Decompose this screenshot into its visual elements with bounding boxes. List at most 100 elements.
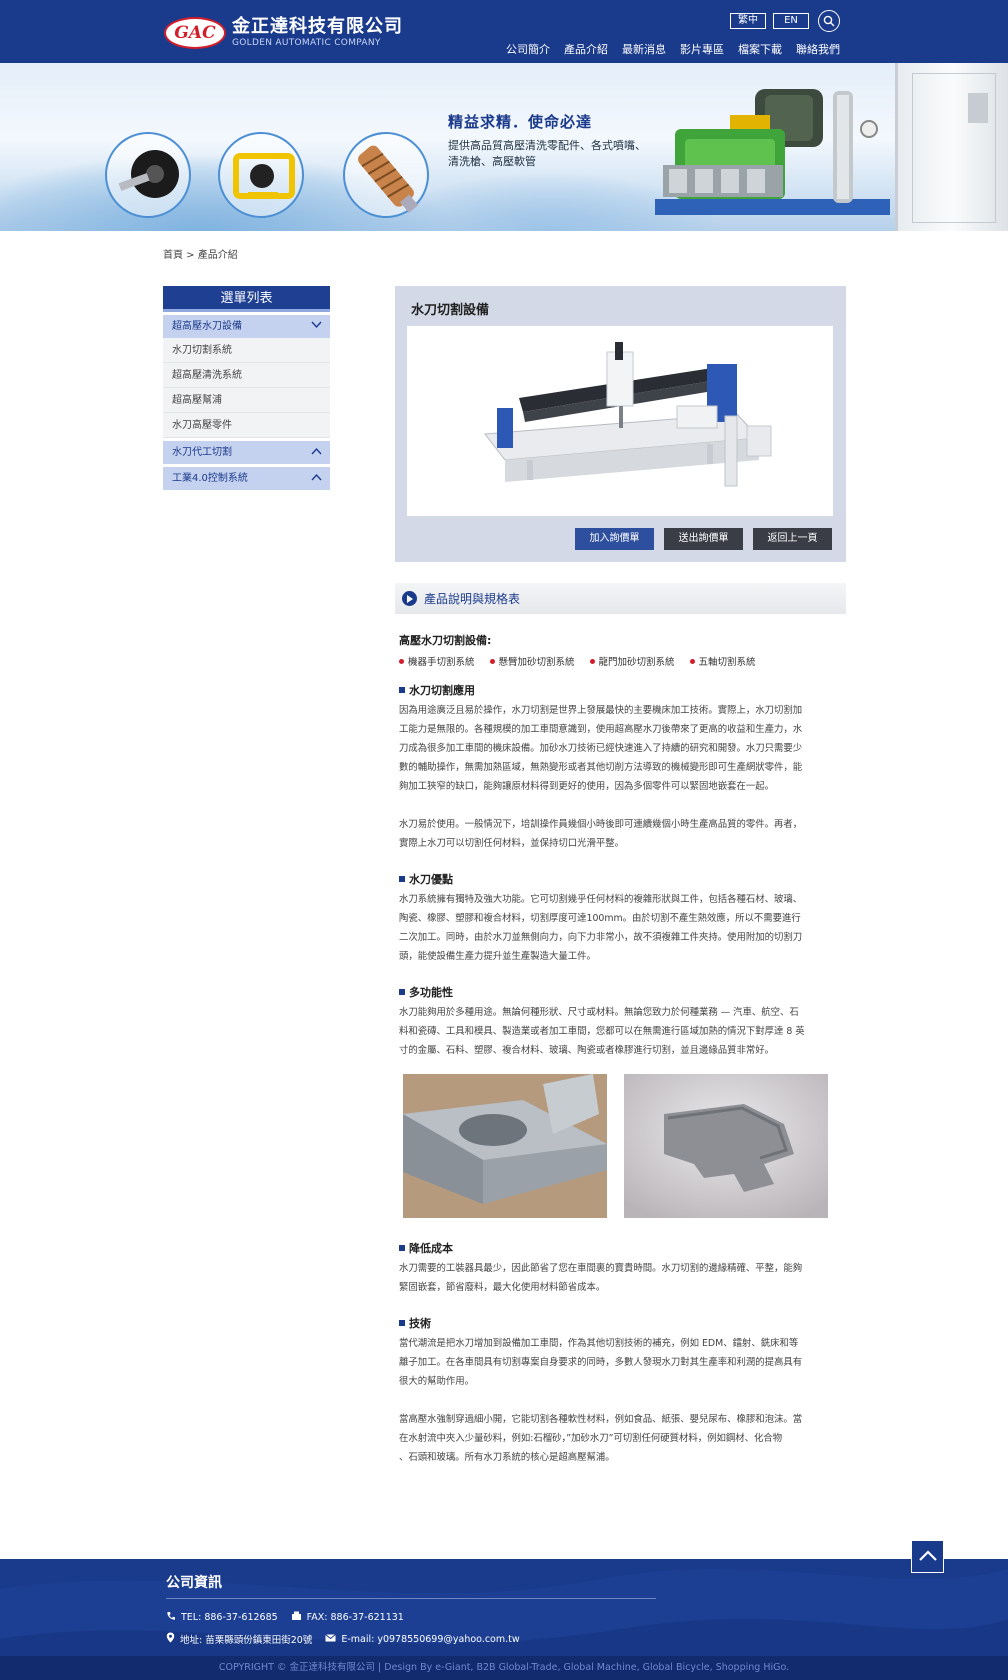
spec-section-title: 產品說明與規格表: [424, 592, 521, 606]
mail-icon: [325, 1633, 337, 1645]
sidebar-cat-label: 超高壓水刀設備: [172, 321, 242, 332]
sidebar-item-pump[interactable]: 超高壓幫浦: [163, 388, 330, 413]
text-line: 陶瓷、橡膠、塑膠和複合材料，切割厚度可達100mm。由於切割不產生熱效應，所以不…: [399, 913, 801, 924]
sample-photo-cut-part: [624, 1074, 828, 1218]
footer-title: 公司資訊: [166, 1575, 222, 1591]
text-line: 當代潮流是把水刀增加到設備加工車間，作為其他切割技術的補充，例如 EDM、鐳射、…: [399, 1338, 799, 1349]
footer-email[interactable]: E-mail: y0978550699@yahoo.com.tw: [341, 1634, 519, 1645]
section-title-application: 水刀切割應用: [399, 682, 831, 698]
spec-section-bar: 產品說明與規格表: [395, 583, 846, 614]
banner-headline: 精益求精．使命必達: [448, 113, 593, 131]
sample-photo-metal-block: [403, 1074, 607, 1218]
company-logo[interactable]: GAC 金正達科技有限公司 GOLDEN AUTOMATIC COMPANY: [164, 17, 403, 49]
back-button[interactable]: 返回上一頁: [753, 528, 832, 550]
banner-slogan: 精益求精．使命必達 提供高品質高壓清洗零配件、各式噴嘴、 清洗槍、高壓軟管: [448, 111, 646, 170]
text-line: 頭，能使設備生產力提升並生產製造大量工件。: [399, 951, 596, 962]
footer-phone-row: TEL: 886-37-612685 FAX: 886-37-621131: [166, 1611, 404, 1624]
copyright-bar[interactable]: COPYRIGHT © 金正達科技有限公司 | Design By e-Gian…: [0, 1656, 1008, 1680]
section-text-application: 因為用途廣泛且易於操作，水刀切割是世界上發展最快的主要機床加工技術。實際上，水刀…: [399, 701, 831, 853]
sidebar-item-parts[interactable]: 水刀高壓零件: [163, 413, 330, 438]
system-list-item: 機器手切割系統: [399, 654, 475, 668]
text-line: 離子加工。在各車間具有切割專案自身要求的同時，多數人發現水刀對其生產率和利潤的提…: [399, 1357, 803, 1368]
section-text-cost: 水刀需要的工裝器具最少，因此節省了您在車間裏的寶貴時間。水刀切割的邊緣精確、平整…: [399, 1259, 831, 1297]
text-line: 實際上水刀可以切割任何材料，並保持切口光滑平整。: [399, 838, 625, 849]
hero-banner: 精益求精．使命必達 提供高品質高壓清洗零配件、各式噴嘴、 清洗槍、高壓軟管: [0, 63, 1008, 231]
system-list-item: 五軸切割系統: [690, 654, 756, 668]
text-line: 數的輔助操作，無需加熱區域，無熱變形或者其他切削方法導致的機械變形即可生產網狀零…: [399, 762, 803, 773]
nav-products[interactable]: 產品介紹: [564, 41, 608, 57]
sidebar-item-cleaning-system[interactable]: 超高壓清洗系統: [163, 363, 330, 388]
product-circle-cart: [218, 132, 304, 218]
nav-about[interactable]: 公司簡介: [506, 41, 550, 57]
section-title-versatility: 多功能性: [399, 984, 831, 1000]
nav-news[interactable]: 最新消息: [622, 41, 666, 57]
sidebar-cat-oem-cutting[interactable]: 水刀代工切割: [163, 441, 330, 464]
back-to-top-button[interactable]: [911, 1540, 944, 1573]
site-header: GAC 金正達科技有限公司 GOLDEN AUTOMATIC COMPANY 繁…: [0, 0, 1008, 63]
product-box: 水刀切割設備 加入詢價單 送出詢價單 返回上一頁: [395, 286, 846, 562]
sidebar-menu: 選單列表 超高壓水刀設備 水刀切割系統 超高壓清洗系統 超高壓幫浦 水刀高壓零件…: [163, 286, 330, 490]
text-line: 二次加工。同時，由於水刀並無側向力，向下力非常小，故不須複雜工件夾持。使用附加的…: [399, 932, 803, 943]
sidebar-item-cutting-system[interactable]: 水刀切割系統: [163, 338, 330, 363]
lang-zh-button[interactable]: 繁中: [730, 13, 766, 29]
section-text-versatility: 水刀能夠用於多種用途。無論何種形狀、尺寸或材料。無論您致力於何種業務 — 汽車、…: [399, 1003, 831, 1060]
footer-divider: [166, 1598, 656, 1599]
text-line: 工能力是無限的。各種規模的加工車間意識到，使用超高壓水刀後帶來了更高的收益和生產…: [399, 724, 803, 735]
text-line: 夠加工狹窄的缺口，能夠讓原材料得到更好的使用，因為多個零件可以緊固地嵌套在一起。: [399, 781, 775, 792]
logo-mark: GAC: [164, 17, 226, 49]
footer-address-row: 地址: 苗栗縣頭份鎮東田街20號 E-mail: y0978550699@yah…: [166, 1632, 520, 1646]
product-title: 水刀切割設備: [411, 303, 490, 318]
banner-subtitle-line2: 清洗槍、高壓軟管: [448, 155, 536, 168]
text-line: 水刀易於使用。一般情況下，培訓操作員幾個小時後即可連續幾個小時生產高品質的零件。…: [399, 819, 803, 830]
section-title-advantages: 水刀優點: [399, 871, 831, 887]
banner-subtitle-line1: 提供高品質高壓清洗零配件、各式噴嘴、: [448, 139, 646, 152]
search-icon[interactable]: [818, 10, 840, 32]
description-heading: 高壓水刀切割設備:: [399, 634, 492, 647]
sidebar-cat-industry40[interactable]: 工業4.0控制系統: [163, 467, 330, 490]
footer-tel: TEL: 886-37-612685: [181, 1612, 278, 1623]
main-nav: 公司簡介 產品介紹 最新消息 影片專區 檔案下載 聯絡我們: [506, 41, 840, 57]
system-list: 機器手切割系統 懸臂加砂切割系統 龍門加砂切割系統 五軸切割系統: [399, 654, 831, 668]
send-inquiry-button[interactable]: 送出詢價單: [664, 528, 743, 550]
text-line: 寸的金屬、石料、塑膠、複合材料、玻璃、陶瓷或者橡膠進行切割，並且邊緣品質非常好。: [399, 1045, 775, 1056]
logo-company-name: 金正達科技有限公司: [232, 16, 403, 37]
section-text-technology: 當代潮流是把水刀增加到設備加工車間，作為其他切割技術的補充，例如 EDM、鐳射、…: [399, 1334, 831, 1467]
text-line: 水刀需要的工裝器具最少，因此節省了您在車間裏的寶貴時間。水刀切割的邊緣精確、平整…: [399, 1263, 803, 1274]
product-image-waterjet-machine: [407, 326, 833, 516]
product-circle-reel: [105, 132, 191, 218]
chevron-down-icon: [311, 315, 322, 338]
nav-videos[interactable]: 影片專區: [680, 41, 724, 57]
chevron-up-icon: [918, 1547, 938, 1566]
text-line: 緊固嵌套，節省廢料，最大化使用材料節省成本。: [399, 1282, 606, 1293]
chevron-up-icon: [311, 441, 322, 464]
nav-contact[interactable]: 聯絡我們: [796, 41, 840, 57]
text-line: 在水射流中夾入少量砂料，例如:石榴砂，”加砂水刀”可切割任何硬質材料，例如鋼材、…: [399, 1433, 783, 1444]
text-line: 因為用途廣泛且易於操作，水刀切割是世界上發展最快的主要機床加工技術。實際上，水刀…: [399, 705, 803, 716]
section-title-cost: 降低成本: [399, 1240, 831, 1256]
location-pin-icon: [166, 1632, 175, 1646]
sidebar-cat-waterjet-equipment[interactable]: 超高壓水刀設備: [163, 315, 330, 338]
product-description: 高壓水刀切割設備: 機器手切割系統 懸臂加砂切割系統 龍門加砂切割系統 五軸切割…: [399, 632, 831, 1467]
sidebar-title: 選單列表: [163, 286, 330, 312]
fax-icon: [291, 1611, 302, 1624]
product-circle-hose: [343, 132, 429, 218]
control-cabinet-image: [895, 63, 1008, 231]
breadcrumb[interactable]: 首頁 > 產品介紹: [163, 246, 238, 261]
sidebar-cat-label: 工業4.0控制系統: [172, 473, 248, 484]
text-line: 、石頭和玻璃。所有水刀系統的核心是超高壓幫浦。: [399, 1452, 615, 1463]
lang-en-button[interactable]: EN: [773, 13, 809, 29]
sample-photos: [403, 1074, 831, 1218]
text-line: 水刀能夠用於多種用途。無論何種形狀、尺寸或材料。無論您致力於何種業務 — 汽車、…: [399, 1007, 799, 1018]
sidebar-cat-label: 水刀代工切割: [172, 447, 232, 458]
chevron-up-icon: [311, 467, 322, 490]
nav-downloads[interactable]: 檔案下載: [738, 41, 782, 57]
text-line: 料和瓷磚、工具和模具、製造業或者加工車間，您都可以在無需進行區域加熱的情況下對厚…: [399, 1026, 805, 1037]
play-circle-icon: [402, 591, 417, 606]
pump-machine-image: [655, 81, 890, 231]
phone-icon: [166, 1611, 176, 1624]
text-line: 很大的幫助作用。: [399, 1376, 475, 1387]
add-inquiry-button[interactable]: 加入詢價單: [575, 528, 654, 550]
section-title-technology: 技術: [399, 1315, 831, 1331]
footer-fax: FAX: 886-37-621131: [306, 1612, 404, 1623]
system-list-item: 龍門加砂切割系統: [590, 654, 675, 668]
